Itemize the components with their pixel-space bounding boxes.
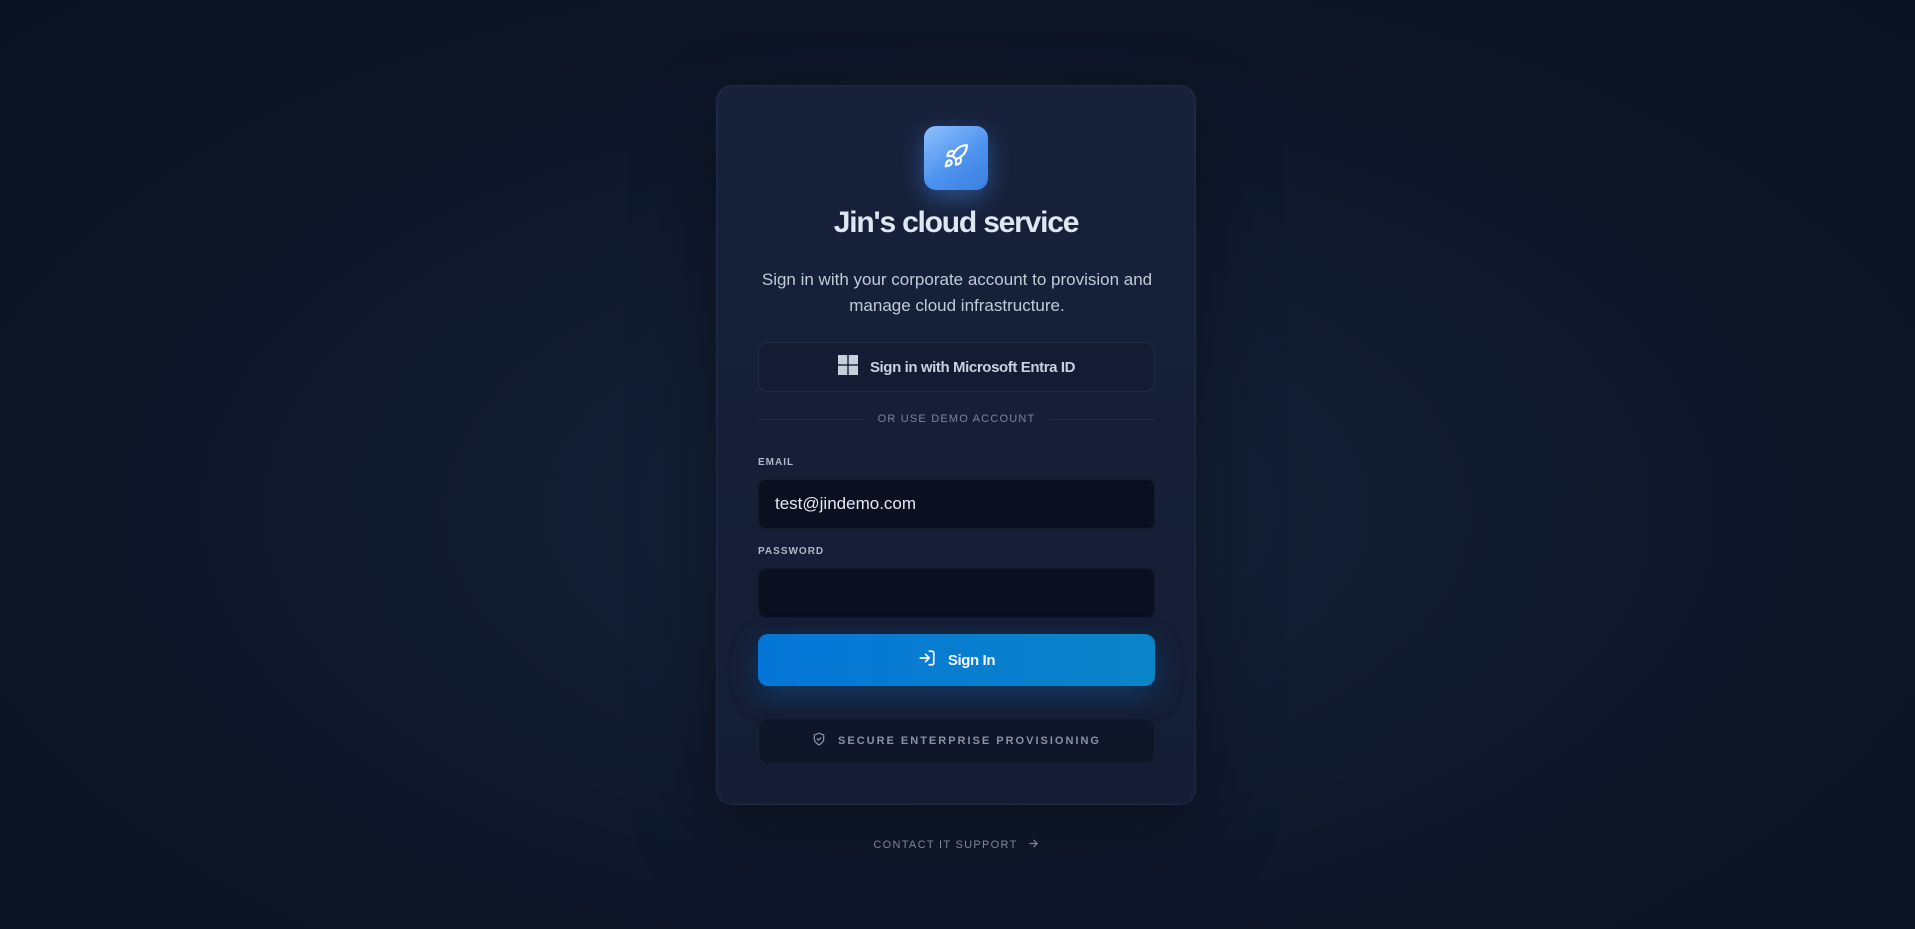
windows-icon — [837, 354, 858, 380]
contact-support-label: CONTACT IT SUPPORT — [873, 839, 1018, 851]
app-subtitle: Sign in with your corporate account to p… — [761, 270, 1153, 315]
email-label: EMAIL — [758, 457, 795, 468]
microsoft-sso-label: Sign in with Microsoft Entra ID — [869, 358, 1076, 376]
login-card: Jin's cloud service Sign in with your co… — [716, 85, 1196, 805]
password-label: PASSWORD — [758, 546, 825, 557]
secure-provisioning-label: SECURE ENTERPRISE PROVISIONING — [838, 735, 1101, 747]
sign-in-icon — [918, 649, 936, 672]
secure-provisioning-badge: SECURE ENTERPRISE PROVISIONING — [758, 718, 1155, 764]
microsoft-sso-button[interactable]: Sign in with Microsoft Entra ID — [758, 342, 1155, 392]
sign-in-button[interactable]: Sign In — [758, 634, 1155, 686]
arrow-right-icon — [1028, 836, 1039, 854]
app-logo — [924, 126, 988, 190]
app-title: Jin's cloud service — [833, 206, 1080, 239]
divider-line-left — [758, 418, 864, 420]
email-field[interactable] — [758, 479, 1155, 529]
divider-line-right — [1049, 418, 1155, 420]
sign-in-label: Sign In — [947, 651, 996, 669]
contact-support-link[interactable]: CONTACT IT SUPPORT — [716, 836, 1196, 854]
rocket-icon — [943, 143, 969, 174]
divider-text: OR USE DEMO ACCOUNT — [877, 413, 1036, 425]
password-field[interactable] — [758, 568, 1155, 618]
shield-check-icon — [812, 732, 826, 751]
or-divider: OR USE DEMO ACCOUNT — [758, 409, 1155, 429]
